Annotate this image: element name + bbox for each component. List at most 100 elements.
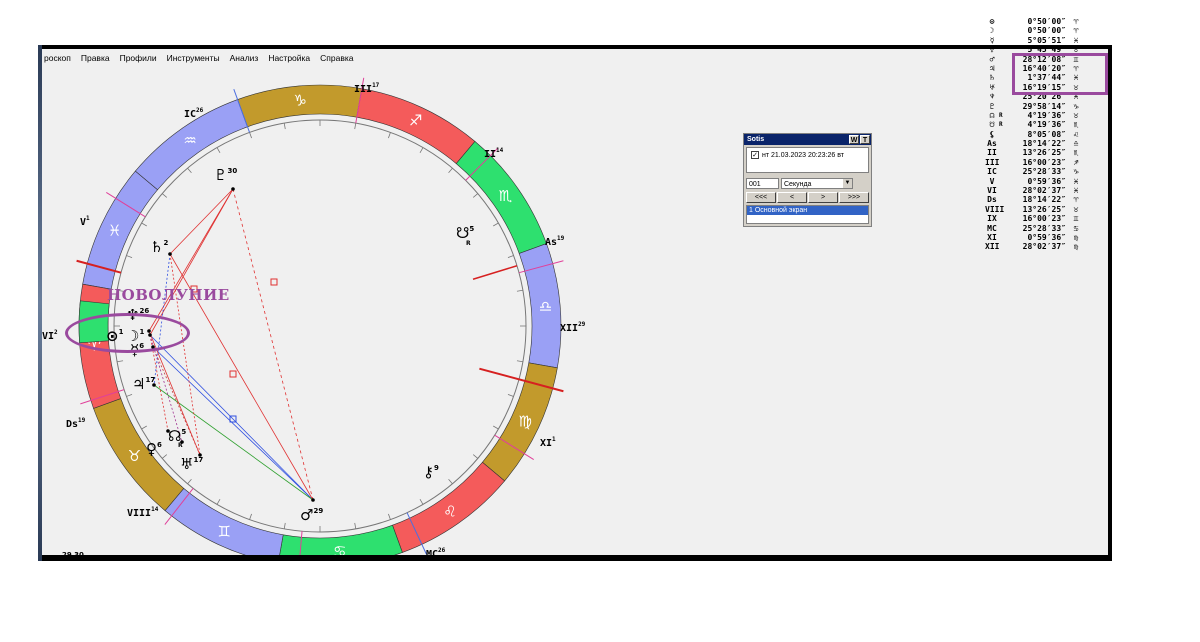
degree-tick bbox=[161, 193, 168, 198]
position-symbol: ☊ bbox=[989, 110, 995, 120]
degree-tick bbox=[507, 255, 514, 258]
position-row: ⊙ 0°50′00″ ♈ bbox=[985, 17, 1082, 26]
degree-tick bbox=[354, 123, 357, 130]
position-symbol: ⊙ bbox=[989, 17, 995, 26]
position-degree: 0°59′36″ bbox=[1027, 232, 1066, 242]
degree-tick bbox=[354, 522, 357, 529]
degree-tick bbox=[448, 167, 453, 174]
degree-tick bbox=[388, 513, 391, 520]
sotis-dialog: Sotis W T ✓ нт 21.03.2023 20:23:26 вт 00… bbox=[743, 133, 872, 227]
nav-fast-back-button[interactable]: <<< bbox=[746, 192, 776, 203]
degree-tick bbox=[161, 454, 168, 459]
nav-forward-button[interactable]: > bbox=[808, 192, 838, 203]
house-cusp-label: XII29 bbox=[560, 321, 586, 334]
position-degree: 18°14′22″ bbox=[1022, 195, 1066, 205]
retrograde-flag bbox=[999, 214, 1006, 223]
datetime-checkbox[interactable]: ✓ bbox=[751, 151, 759, 159]
position-row: VI 28°02′37″ ♓ bbox=[985, 186, 1082, 195]
degree-tick bbox=[419, 147, 424, 153]
retrograde-flag bbox=[999, 195, 1006, 204]
house-cusp-degree: 19 bbox=[557, 235, 565, 242]
position-row: II 13°26′25″ ♏ bbox=[985, 148, 1082, 157]
asc-line bbox=[472, 265, 518, 280]
position-row: ☽ 0°50′00″ ♈ bbox=[985, 26, 1082, 35]
degree-tick bbox=[493, 425, 499, 430]
position-degree: 25°28′33″ bbox=[1022, 223, 1066, 233]
zodiac-sign-glyph: ♓ bbox=[108, 221, 121, 239]
zodiac-sign-glyph: ♏ bbox=[499, 187, 513, 205]
retrograde-flag bbox=[999, 177, 1006, 186]
position-row: ⚸ 8°05′08″ ♌ bbox=[985, 130, 1082, 139]
planet-glyph: ♂29 bbox=[300, 506, 323, 524]
zodiac-sign-glyph: ♐ bbox=[409, 112, 422, 130]
degree-tick bbox=[472, 193, 479, 198]
house-cusp-degree: 26 bbox=[196, 107, 204, 114]
position-degree: 25°28′33″ bbox=[1022, 167, 1066, 177]
position-sign: ♐ bbox=[1073, 157, 1079, 167]
degree-tick bbox=[283, 123, 286, 130]
highlight-ellipse bbox=[65, 313, 190, 353]
position-degree: 8°05′08″ bbox=[1027, 129, 1066, 139]
w-button[interactable]: W bbox=[849, 135, 859, 144]
position-symbol: ♃ bbox=[989, 63, 995, 73]
t-button[interactable]: T bbox=[860, 135, 870, 144]
position-symbol: ♀ bbox=[989, 45, 995, 55]
position-sign: ♉ bbox=[1073, 110, 1079, 120]
position-symbol: ♆ bbox=[989, 92, 995, 102]
position-row: V 0°59′36″ ♓ bbox=[985, 177, 1082, 186]
nav-fast-forward-button[interactable]: >>> bbox=[839, 192, 869, 203]
position-row: ☋ R 4°19′36″ ♏ bbox=[985, 120, 1082, 129]
nav-back-button[interactable]: < bbox=[777, 192, 807, 203]
position-degree: 29°58′14″ bbox=[1022, 101, 1066, 111]
dialog-title-text: Sotis bbox=[747, 136, 765, 143]
degree-tick bbox=[516, 289, 523, 292]
position-symbol: As bbox=[987, 139, 997, 149]
position-sign: ♋ bbox=[1073, 223, 1079, 233]
house-cusp-label: XI1 bbox=[540, 436, 556, 449]
aspect-line bbox=[232, 188, 314, 501]
position-symbol: ⚸ bbox=[989, 129, 995, 139]
position-degree: 5°05′51″ bbox=[1027, 35, 1066, 45]
list-item[interactable]: 1 Основной экран bbox=[747, 206, 868, 215]
aspect-marker bbox=[229, 370, 237, 378]
zodiac-sign-glyph: ♊ bbox=[218, 522, 231, 540]
position-sign: ♏ bbox=[1073, 120, 1079, 130]
position-degree: 0°50′00″ bbox=[1027, 26, 1066, 36]
degree-tick bbox=[448, 478, 453, 485]
dialog-title: Sotis W T bbox=[744, 134, 871, 145]
planet-glyph: ⚷9 bbox=[423, 463, 439, 481]
aspect-line bbox=[148, 188, 234, 332]
aspect-line bbox=[169, 253, 201, 456]
retrograde-marker: R bbox=[178, 442, 183, 449]
position-row: ♇ 29°58′14″ ♑ bbox=[985, 102, 1082, 111]
degree-tick bbox=[141, 425, 147, 430]
retrograde-flag bbox=[999, 102, 1006, 111]
position-row: Ds 18°14′22″ ♈ bbox=[985, 195, 1082, 204]
house-cusp-label: VIII14 bbox=[127, 506, 159, 519]
position-symbol: MC bbox=[987, 223, 997, 233]
retrograde-flag: R bbox=[999, 111, 1003, 119]
position-degree: 4°19′36″ bbox=[1027, 120, 1066, 130]
horoscope-wheel[interactable]: ♓♒♑♐♏♎♍♌♋♊♉♈ III17IC26II14V1As19VI2 XII29… bbox=[42, 49, 1112, 559]
step-input[interactable]: 001 bbox=[746, 178, 779, 189]
position-symbol: ☿ bbox=[989, 35, 995, 45]
position-symbol: IX bbox=[987, 214, 997, 224]
position-sign: ♓ bbox=[1073, 176, 1079, 186]
position-symbol: XI bbox=[987, 232, 997, 242]
position-symbol: ♅ bbox=[989, 82, 995, 92]
new-moon-annotation: НОВОЛУНИЕ bbox=[107, 286, 230, 304]
position-degree: 16°00′23″ bbox=[1022, 157, 1066, 167]
unit-select[interactable]: Секунда ▼ bbox=[781, 178, 853, 189]
degree-tick bbox=[249, 132, 252, 139]
degree-tick bbox=[141, 222, 147, 227]
degree-tick bbox=[126, 394, 133, 397]
zodiac-sign-glyph: ♋ bbox=[333, 543, 346, 559]
degree-tick bbox=[126, 255, 133, 258]
position-symbol: IC bbox=[987, 167, 997, 177]
position-symbol: III bbox=[985, 157, 1000, 167]
degree-tick bbox=[472, 454, 479, 459]
degree-tick bbox=[216, 499, 221, 505]
planet-glyph: ♄2 bbox=[150, 238, 168, 256]
retrograde-flag bbox=[999, 233, 1006, 242]
retrograde-flag bbox=[999, 26, 1006, 35]
